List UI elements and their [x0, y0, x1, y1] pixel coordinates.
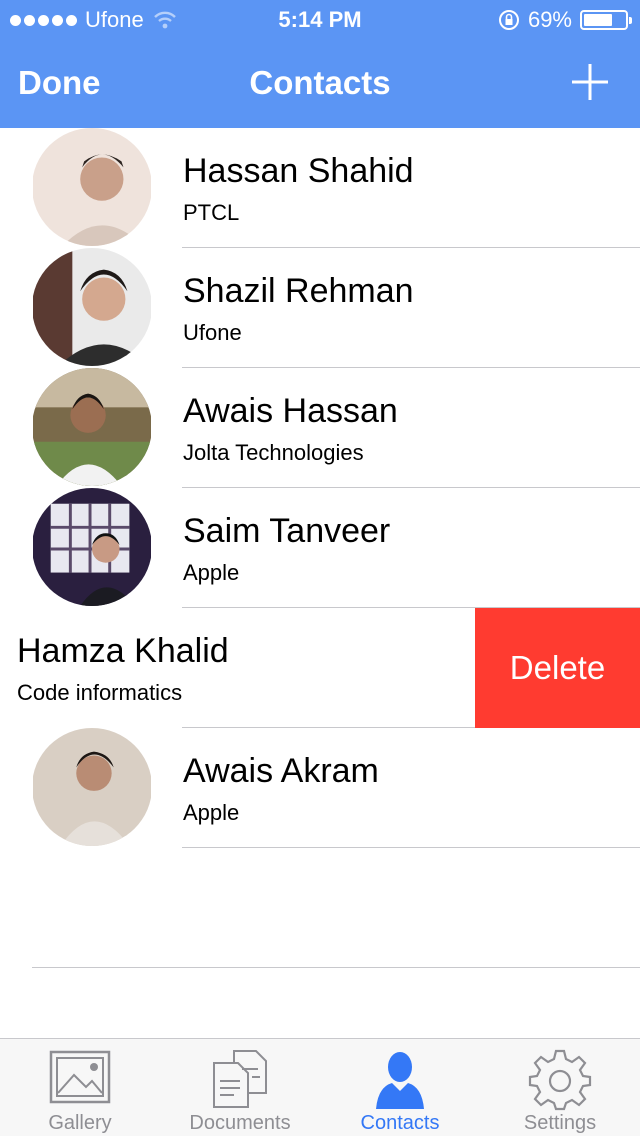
gallery-icon — [49, 1050, 111, 1104]
contacts-list: Hassan Shahid PTCL Shazil Rehman Ufone A… — [0, 128, 640, 848]
contact-company: Code informatics — [17, 680, 183, 705]
contact-row[interactable]: Hassan Shahid PTCL — [0, 128, 640, 248]
contact-row[interactable]: Shazil Rehman Ufone — [0, 248, 640, 368]
tab-label: Gallery — [48, 1112, 112, 1134]
plus-icon[interactable] — [570, 62, 610, 102]
tab-settings[interactable]: Settings — [480, 1039, 640, 1136]
battery-icon — [580, 10, 632, 30]
avatar — [32, 728, 152, 846]
contact-name: Hamza Khalid — [17, 632, 229, 670]
contact-company: Jolta Technologies — [183, 440, 364, 465]
contact-name: Awais Hassan — [183, 392, 398, 430]
contact-company: Apple — [183, 800, 240, 825]
avatar — [32, 488, 152, 606]
tab-bar: Gallery Documents Contacts Settings — [0, 1038, 640, 1136]
gear-icon — [528, 1049, 592, 1111]
delete-button[interactable]: Delete — [475, 608, 640, 728]
contacts-icon — [376, 1052, 424, 1109]
contact-company: Apple — [183, 560, 240, 585]
battery-percent: 69% — [527, 7, 572, 32]
row-divider — [182, 847, 640, 848]
contact-name: Hassan Shahid — [183, 152, 414, 190]
avatar — [32, 128, 152, 246]
contact-row[interactable]: Awais Hassan Jolta Technologies — [0, 368, 640, 488]
tab-contacts[interactable]: Contacts — [320, 1039, 480, 1136]
tab-label: Contacts — [360, 1112, 440, 1134]
contact-company: Ufone — [183, 320, 242, 345]
contact-name: Awais Akram — [183, 752, 379, 790]
contact-row[interactable]: Saim Tanveer Apple — [0, 488, 640, 608]
contact-row[interactable]: Awais Akram Apple — [0, 728, 640, 848]
tab-gallery[interactable]: Gallery — [0, 1039, 160, 1136]
contact-name: Shazil Rehman — [183, 272, 414, 310]
empty-row-divider — [32, 967, 640, 968]
avatar — [32, 248, 152, 366]
rotation-lock-icon — [498, 10, 519, 30]
nav-bar: Done Contacts — [0, 40, 640, 128]
tab-label: Settings — [523, 1112, 597, 1134]
header: Ufone 5:14 PM 69% Done Contacts — [0, 0, 640, 128]
tab-documents[interactable]: Documents — [160, 1039, 320, 1136]
status-bar: Ufone 5:14 PM 69% — [0, 0, 640, 40]
tab-label: Documents — [189, 1112, 291, 1134]
avatar — [32, 368, 152, 486]
documents-icon — [213, 1050, 267, 1108]
contact-row-swiped[interactable]: Hamza Khalid Code informatics Delete — [0, 608, 640, 728]
contact-name: Saim Tanveer — [183, 512, 391, 550]
done-button[interactable]: Done — [18, 64, 101, 102]
contact-company: PTCL — [183, 200, 240, 225]
